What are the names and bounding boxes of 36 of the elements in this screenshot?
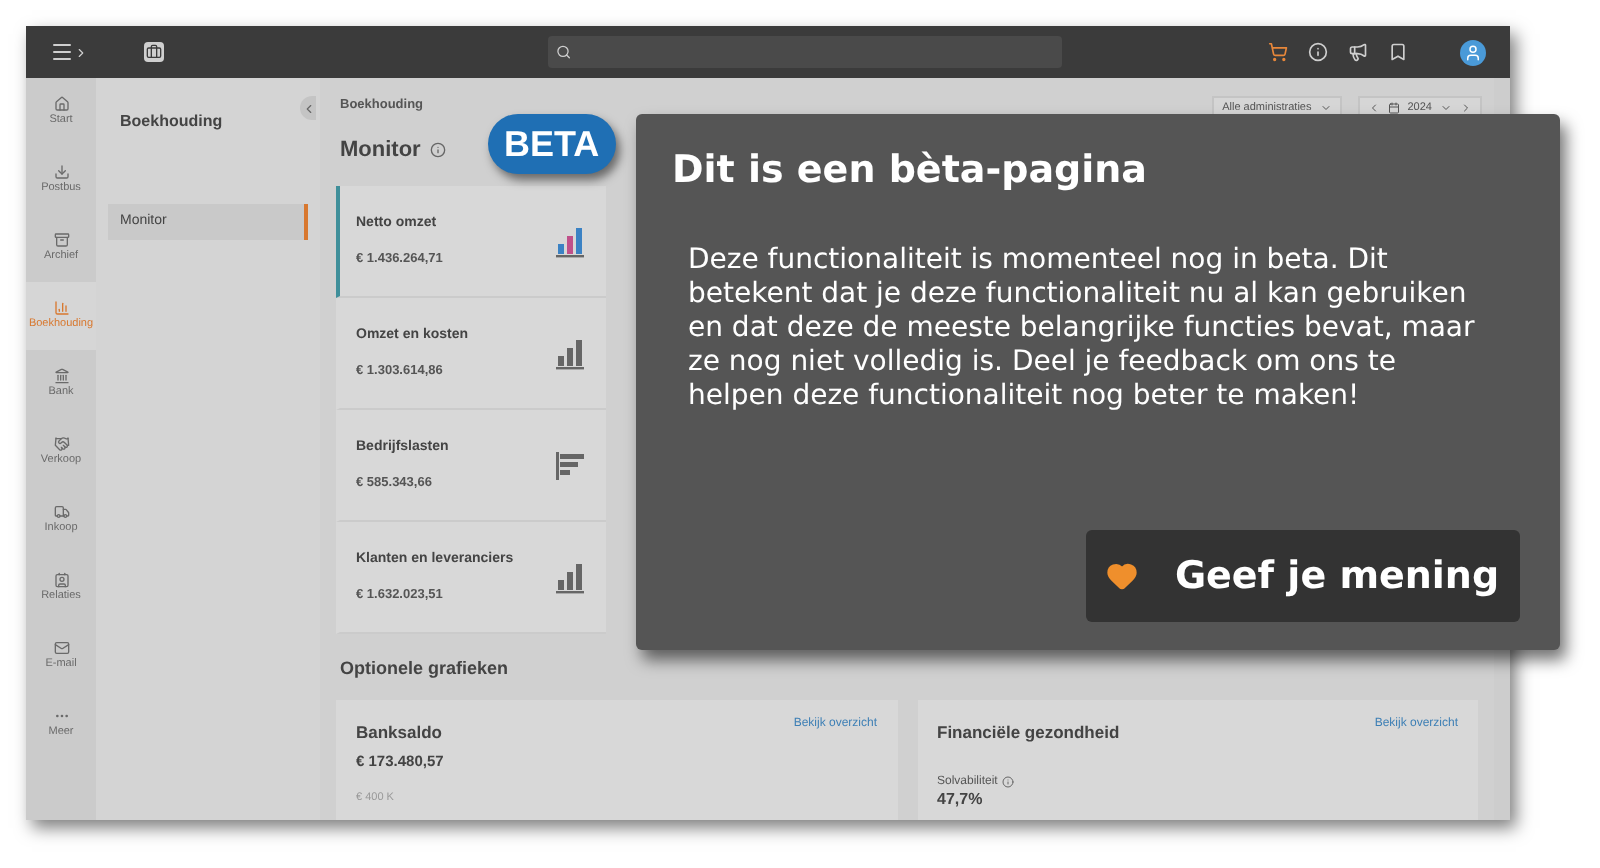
page-title: Monitor xyxy=(340,135,421,166)
download-icon xyxy=(53,164,69,181)
contact-card-icon xyxy=(53,572,69,589)
bar-chart-icon xyxy=(554,561,586,594)
truck-icon xyxy=(53,504,69,521)
bookmark-icon[interactable] xyxy=(1388,42,1408,62)
section-title: Optionele grafieken xyxy=(338,656,511,683)
caret-icon xyxy=(1319,102,1332,114)
heart-icon xyxy=(1106,560,1139,592)
cart-icon[interactable] xyxy=(1268,42,1288,62)
megaphone-icon[interactable] xyxy=(1348,42,1368,62)
home-icon xyxy=(53,96,69,113)
bar-chart-icon xyxy=(554,337,586,370)
metric-value: 47,7% xyxy=(937,791,985,807)
bar-chart-icon xyxy=(53,300,69,317)
bar-chart-icon xyxy=(554,225,586,258)
info-icon[interactable] xyxy=(430,142,447,158)
dialog-body: Deze functionaliteit is momenteel nog in beta. Dit betekent dat je deze functionaliteit nu al kan gebruiken en dat deze de meeste belangrijke functies bevat, maar ze nog niet volledig is. Deel je feedback om ons te helpen deze functionaliteit nog beter te maken! xyxy=(688,243,1477,413)
feedback-button[interactable]: Geef je mening xyxy=(1086,530,1520,622)
panel-title: Financiële gezondheid xyxy=(937,719,1120,745)
briefcase-icon[interactable] xyxy=(144,42,164,62)
caret-icon xyxy=(1440,102,1452,114)
panel-title: Banksaldo xyxy=(356,719,442,745)
search-field[interactable] xyxy=(548,36,1062,68)
handshake-icon xyxy=(53,436,69,453)
mail-icon xyxy=(53,640,69,657)
beta-badge: BETA xyxy=(488,114,616,174)
bank-icon xyxy=(53,368,69,385)
search-icon xyxy=(556,44,572,60)
collapse-icon[interactable] xyxy=(300,96,316,120)
archive-icon xyxy=(53,232,69,249)
horizontal-bar-chart-icon xyxy=(554,449,586,482)
menu-icon[interactable] xyxy=(50,40,88,64)
dialog-title: Dit is een bèta-pagina xyxy=(672,146,1149,196)
sidebar-title: Boekhouding xyxy=(118,110,225,134)
avatar-icon[interactable] xyxy=(1460,39,1486,65)
